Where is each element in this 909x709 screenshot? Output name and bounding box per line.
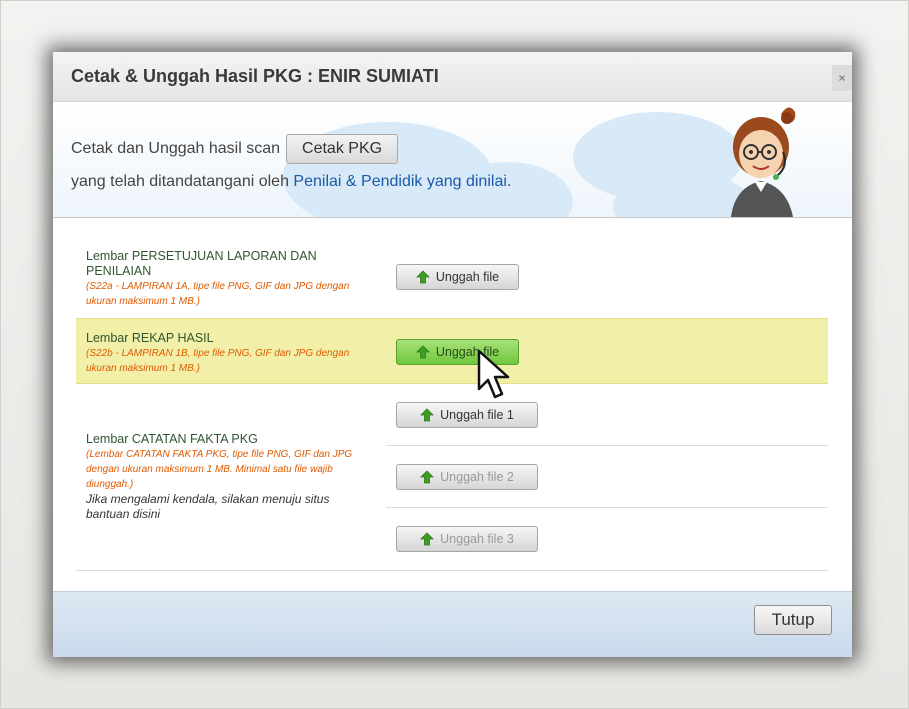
catatan-note-2: dengan ukuran maksimum 1 MB. Minimal sat…: [86, 464, 333, 475]
unggah-persetujuan-button[interactable]: Unggah file: [396, 264, 519, 290]
upload-content: Lembar PERSETUJUAN LAPORAN DAN PENILAIAN…: [53, 218, 852, 591]
upload-arrow-icon: [415, 345, 430, 359]
catatan-note-3: diunggah.): [86, 479, 134, 490]
catatan-help: Jika mengalami kendala, silakan menuju s…: [86, 492, 330, 506]
upload-arrow-icon: [420, 470, 435, 484]
upload-arrow-icon: [420, 532, 435, 546]
upload-arrow-icon: [420, 408, 435, 422]
unggah-file-3-button[interactable]: Unggah file 3: [396, 526, 538, 552]
file-separator: [386, 507, 828, 508]
unggah-file-1-button[interactable]: Unggah file 1: [396, 402, 538, 428]
unggah-file-2-button[interactable]: Unggah file 2: [396, 464, 538, 490]
upload-arrow-icon: [415, 270, 430, 284]
persetujuan-label: Lembar PERSETUJUAN LAPORAN DAN: [86, 249, 317, 263]
content-bottom-separator: [76, 570, 828, 571]
unggah-file-3-label: Unggah file 3: [440, 532, 514, 546]
mouse-cursor: [477, 349, 510, 399]
header-line2: yang telah ditandatangani oleh Penilai &…: [71, 173, 511, 191]
close-icon[interactable]: ×: [832, 65, 852, 91]
dialog-titlebar: Cetak & Unggah Hasil PKG : ENIR SUMIATI …: [53, 52, 852, 102]
persetujuan-label-2: PENILAIAN: [86, 264, 152, 278]
unggah-file-1-label: Unggah file 1: [440, 408, 514, 422]
rekap-label: Lembar REKAP HASIL: [86, 331, 214, 345]
catatan-note: (Lembar CATATAN FAKTA PKG, tipe file PNG…: [86, 449, 353, 460]
tutup-button[interactable]: Tutup: [754, 605, 832, 635]
dialog-footer: Tutup: [53, 591, 852, 657]
upload-dialog: Cetak & Unggah Hasil PKG : ENIR SUMIATI …: [53, 52, 852, 657]
unggah-file-2-label: Unggah file 2: [440, 470, 514, 484]
rekap-note: (S22b - LAMPIRAN 1B, tipe file PNG, GIF …: [86, 348, 350, 359]
unggah-persetujuan-label: Unggah file: [435, 270, 500, 284]
header-line2-text: yang telah ditandatangani oleh: [71, 173, 289, 190]
row-catatan: Lembar CATATAN FAKTA PKG (Lembar CATATAN…: [76, 384, 828, 572]
penilai-pendidik-link: Penilai & Pendidik yang dinilai: [293, 173, 507, 190]
header-instruction: Cetak dan Unggah hasil scan Cetak PKG: [71, 134, 399, 164]
dialog-title: Cetak & Unggah Hasil PKG : ENIR SUMIATI: [71, 66, 439, 86]
cetak-pkg-button[interactable]: Cetak PKG: [286, 134, 399, 164]
header-line1-text: Cetak dan Unggah hasil scan: [71, 140, 281, 157]
file-separator: [386, 445, 828, 446]
persetujuan-note-2: ukuran maksimum 1 MB.): [86, 296, 200, 307]
row-persetujuan: Lembar PERSETUJUAN LAPORAN DAN PENILAIAN…: [76, 218, 828, 308]
header-line2-end: .: [506, 173, 512, 190]
catatan-label: Lembar CATATAN FAKTA PKG: [86, 432, 258, 446]
catatan-help-2[interactable]: bantuan disini: [86, 507, 160, 522]
persetujuan-note: (S22a - LAMPIRAN 1A, tipe file PNG, GIF …: [86, 281, 350, 292]
row-rekap: Lembar REKAP HASIL (S22b - LAMPIRAN 1B, …: [76, 318, 828, 384]
operator-mascot: [731, 107, 796, 217]
rekap-note-2: ukuran maksimum 1 MB.): [86, 363, 200, 374]
